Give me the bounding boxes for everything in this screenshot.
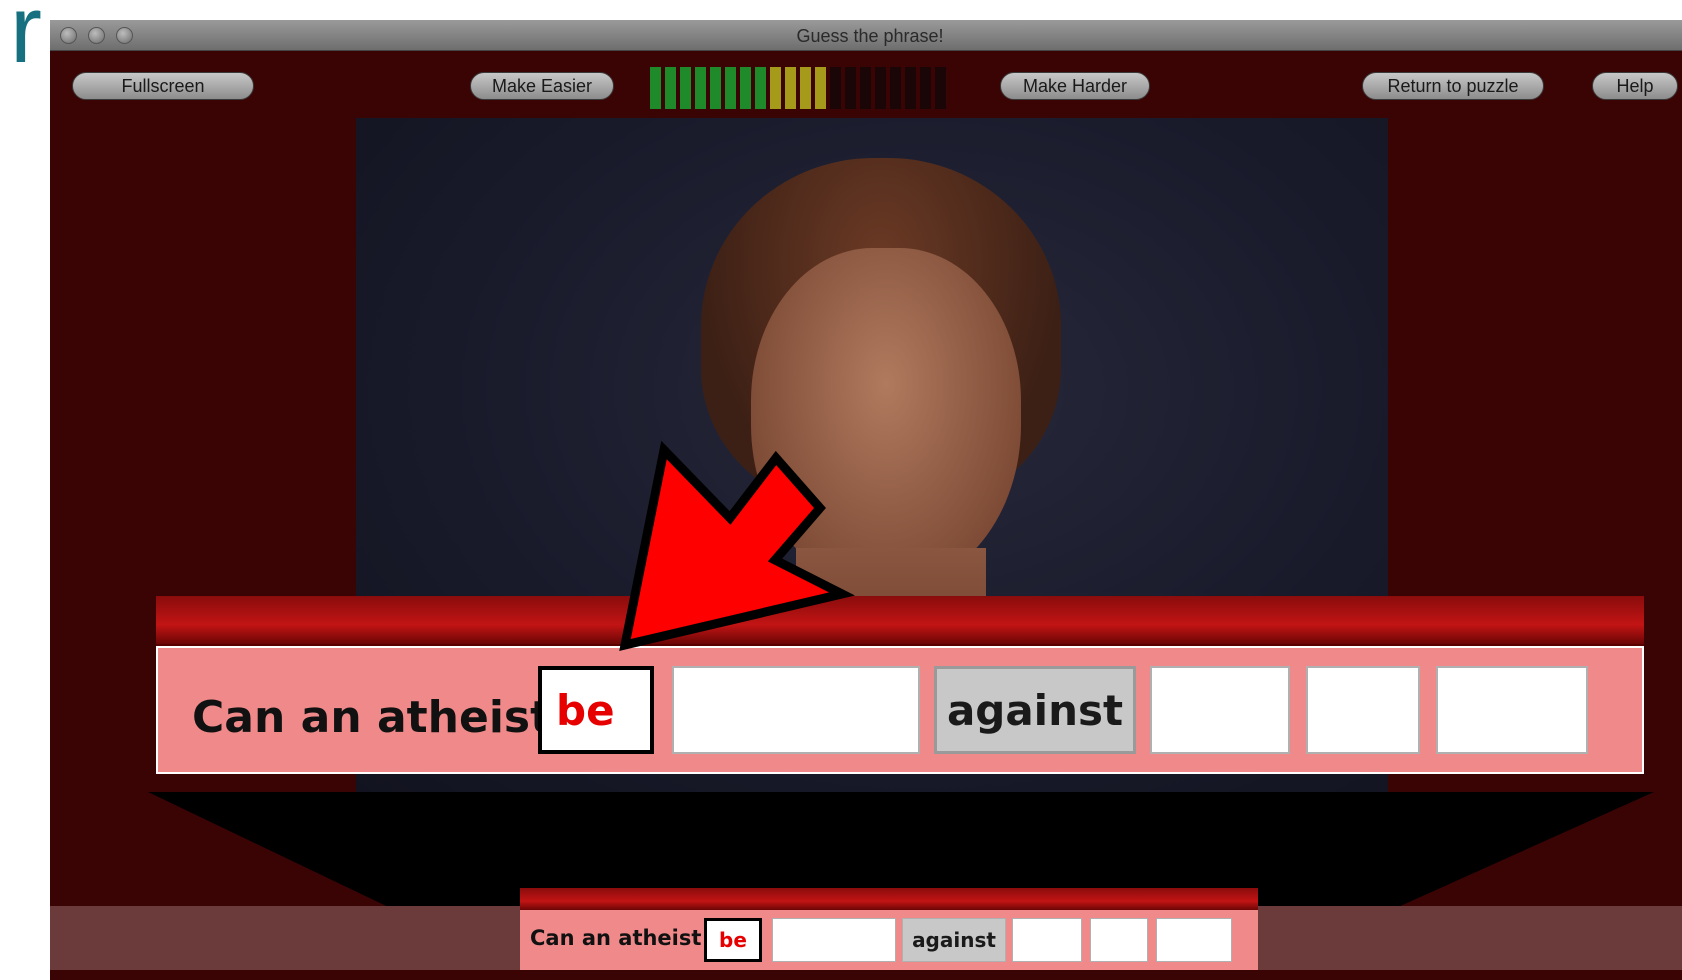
puzzle-band-actual: Can an atheist be against bbox=[520, 888, 1258, 970]
mini-word-slot-3: against bbox=[902, 918, 1006, 962]
mini-word-slot-5[interactable] bbox=[1090, 918, 1148, 962]
word-slot-1[interactable]: be bbox=[538, 666, 654, 754]
word-slot-3: against bbox=[934, 666, 1136, 754]
mini-phrase-prefix: Can an atheist bbox=[530, 926, 702, 950]
mini-word-slot-1[interactable]: be bbox=[704, 918, 762, 962]
phrase-prefix: Can an atheist bbox=[192, 692, 552, 743]
word-slot-4[interactable] bbox=[1150, 666, 1290, 754]
word-slot-5[interactable] bbox=[1306, 666, 1420, 754]
mini-word-slot-4[interactable] bbox=[1012, 918, 1082, 962]
puzzle-band-header bbox=[156, 596, 1644, 647]
mini-word-slot-6[interactable] bbox=[1156, 918, 1232, 962]
word-slot-2[interactable] bbox=[672, 666, 920, 754]
zoom-callout-shape bbox=[148, 792, 1654, 970]
mini-band-body: Can an atheist be against bbox=[520, 910, 1258, 970]
puzzle-band-body: Can an atheist be against bbox=[156, 646, 1644, 774]
word-slot-6[interactable] bbox=[1436, 666, 1588, 754]
mini-word-slot-2[interactable] bbox=[772, 918, 896, 962]
puzzle-band-zoomed: Can an atheist be against bbox=[156, 596, 1644, 776]
mini-band-header bbox=[520, 888, 1258, 910]
